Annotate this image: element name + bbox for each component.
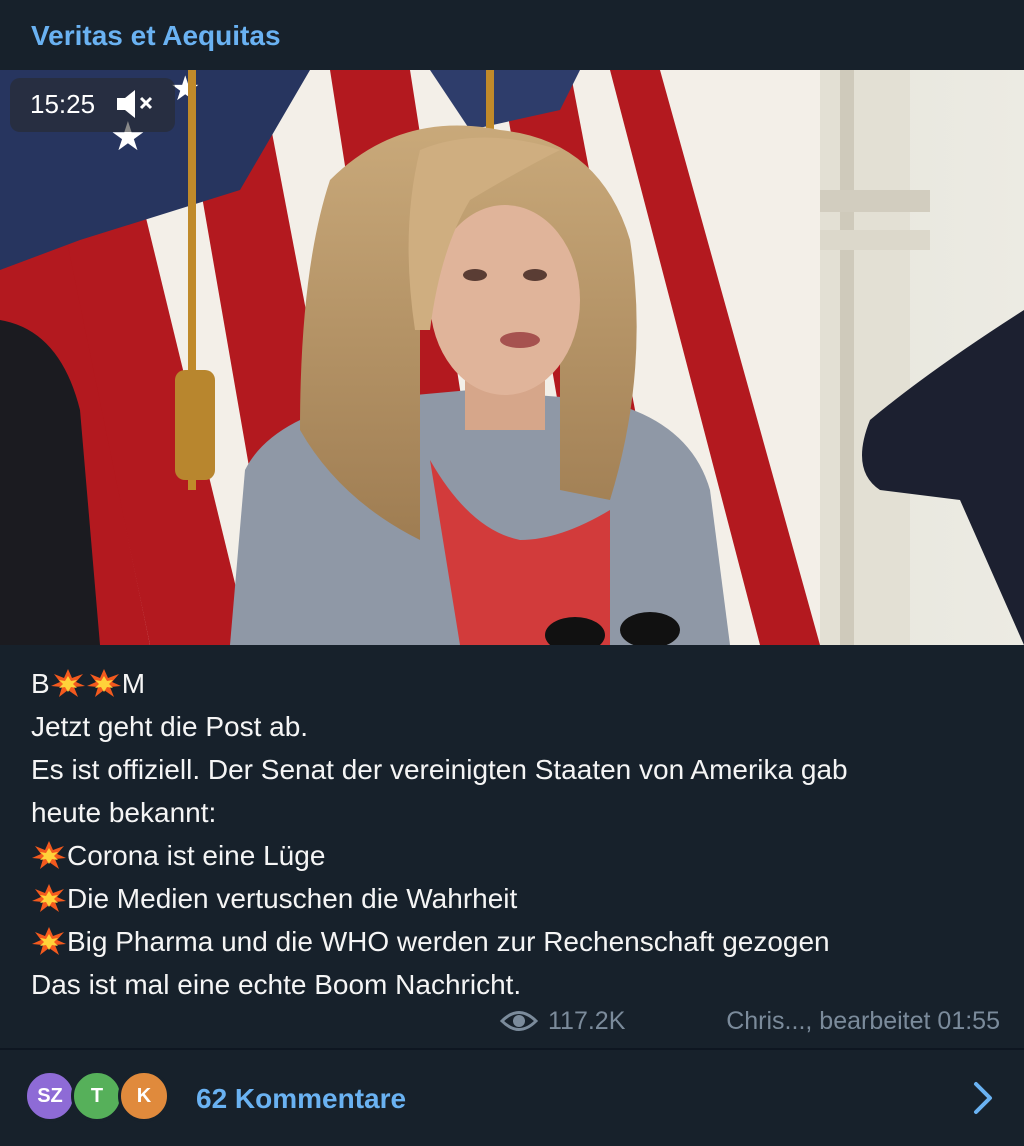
avatar: SZ [24,1070,76,1122]
message-line: Das ist mal eine echte Boom Nachricht. [31,969,522,1000]
message-line: Es ist offiziell. Der Senat der vereinig… [31,754,848,785]
video-duration: 15:25 [30,89,96,119]
message-meta: 117.2K Chris..., bearbeitet 01:55 [0,1003,1000,1043]
comments-count-label[interactable]: 62 Kommentare [196,1083,406,1115]
avatar-initials: SZ [37,1084,63,1107]
bullet-text: Die Medien vertuschen die Wahrheit [67,883,518,914]
bullet-line: Corona ist eine Lüge [31,834,1011,877]
avatar: K [118,1070,170,1122]
channel-name[interactable]: Veritas et Aequitas [31,20,281,52]
avatar-initials: K [136,1084,152,1107]
collision-emoji-icon [32,841,66,869]
view-count: 117.2K [548,1007,626,1035]
muted-speaker-icon[interactable] [113,87,157,121]
bullet-line: Big Pharma und die WHO werden zur Rechen… [31,920,1011,963]
title-part-2: M [121,668,146,699]
channel-header: Veritas et Aequitas [0,0,1024,70]
collision-emoji-icon [32,884,66,912]
title-part-1: B [31,668,50,699]
bullet-text: Corona ist eine Lüge [67,840,326,871]
message-line: Jetzt geht die Post ab. [31,711,309,742]
collision-emoji-icon [86,669,121,697]
avatar: T [71,1070,123,1122]
collision-emoji-icon [50,669,85,697]
message-text: B M Jetzt geht die Post ab. Es ist offiz… [31,662,1011,1006]
collision-emoji-icon [32,927,66,955]
author-signature: Chris..., bearbeitet 01:55 [726,1007,1000,1035]
chevron-right-icon[interactable] [968,1080,998,1116]
video-frame: ★ ★ [0,70,1024,645]
bullet-text: Big Pharma und die WHO werden zur Rechen… [67,926,830,957]
message-title: B M [31,662,1011,705]
comments-button[interactable]: SZ T K 62 Kommentare [0,1050,1024,1146]
message-line: heute bekannt: [31,797,217,828]
avatar-initials: T [90,1084,104,1107]
video-player[interactable]: ★ ★ [0,70,1024,645]
bullet-line: Die Medien vertuschen die Wahrheit [31,877,1011,920]
eye-icon [500,1011,538,1031]
